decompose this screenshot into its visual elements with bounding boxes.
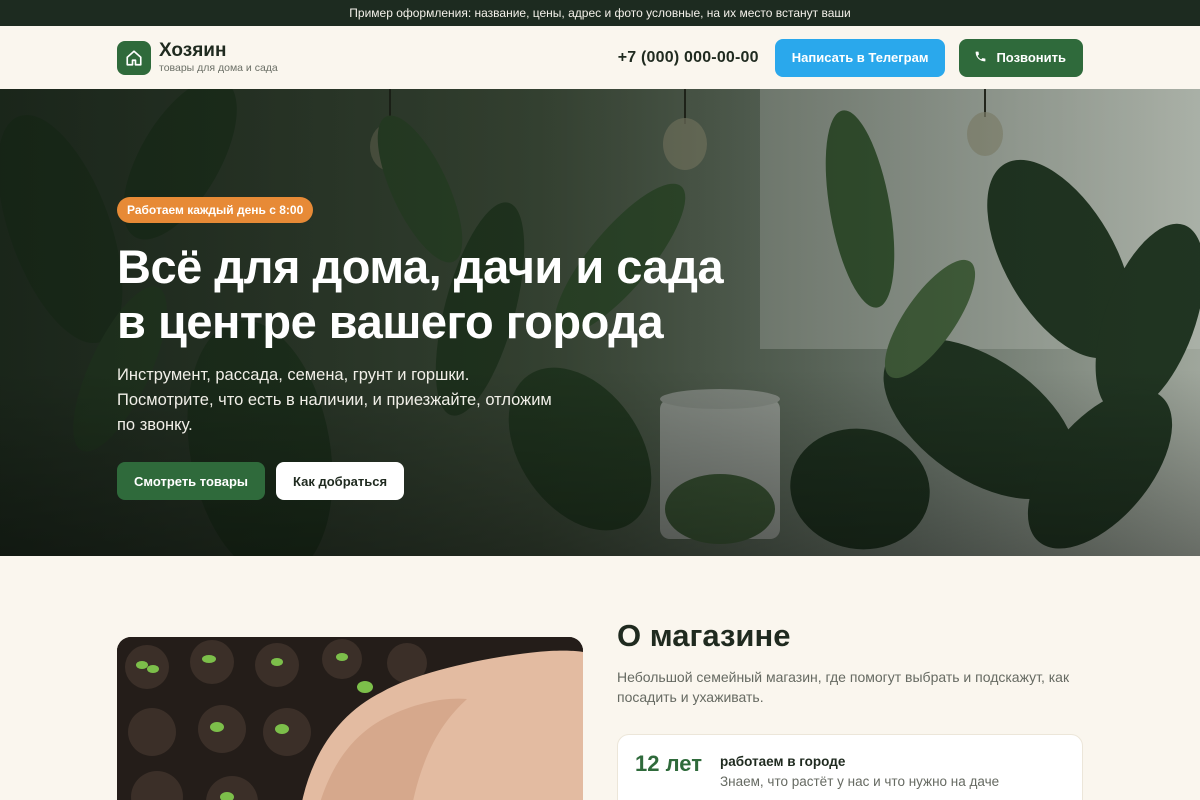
- hero-title: Всё для дома, дачи и сада в центре вашег…: [117, 239, 777, 349]
- about-seedlings-photo: [117, 637, 583, 800]
- brand-name: Хозяин: [159, 40, 227, 61]
- phone-icon: [974, 50, 987, 66]
- hero-title-line-1: Всё для дома, дачи и сада: [117, 240, 724, 293]
- hero-title-line-2: в центре вашего города: [117, 295, 664, 348]
- hero-description-line-2: Посмотрите, что есть в наличии, и приезж…: [117, 391, 552, 409]
- stat-card: 12 лет работаем в городе Знаем, что раст…: [617, 734, 1083, 800]
- view-products-label: Смотреть товары: [134, 473, 249, 489]
- call-button[interactable]: Позвонить: [959, 38, 1083, 77]
- phone-number-link[interactable]: +7 (000) 000-00-00: [618, 49, 759, 67]
- home-icon: [117, 40, 151, 75]
- hero-description-line-3: по звонку.: [117, 416, 193, 434]
- hero-description-line-1: Инструмент, рассада, семена, грунт и гор…: [117, 366, 470, 384]
- hero-section: Работаем каждый день с 8:00 Всё для дома…: [0, 89, 1200, 556]
- demo-notice-text: Пример оформления: название, цены, адрес…: [349, 6, 851, 20]
- stat-value: 12 лет: [635, 751, 702, 776]
- telegram-button[interactable]: Написать в Телеграм: [774, 38, 946, 77]
- telegram-button-label: Написать в Телеграм: [791, 50, 929, 65]
- brand-logo-link[interactable]: Хозяин товары для дома и сада: [117, 40, 278, 75]
- stat-label: работаем в городе: [720, 754, 846, 769]
- site-header: Хозяин товары для дома и сада +7 (000) 0…: [0, 26, 1200, 89]
- about-section: О магазине Небольшой семейный магазин, г…: [617, 618, 1083, 800]
- directions-label: Как добраться: [293, 473, 388, 489]
- view-products-button[interactable]: Смотреть товары: [117, 462, 266, 500]
- hero-description: Инструмент, рассада, семена, грунт и гор…: [117, 363, 587, 438]
- about-description: Небольшой семейный магазин, где помогут …: [617, 669, 1070, 705]
- stat-description: Знаем, что растёт у нас и что нужно на д…: [720, 774, 1000, 789]
- about-title: О магазине: [617, 618, 791, 653]
- demo-notice-bar: Пример оформления: название, цены, адрес…: [0, 0, 1200, 26]
- working-hours-badge: Работаем каждый день с 8:00: [117, 197, 314, 223]
- directions-button[interactable]: Как добраться: [276, 462, 405, 500]
- call-button-label: Позвонить: [996, 50, 1066, 65]
- brand-tagline: товары для дома и сада: [159, 62, 278, 74]
